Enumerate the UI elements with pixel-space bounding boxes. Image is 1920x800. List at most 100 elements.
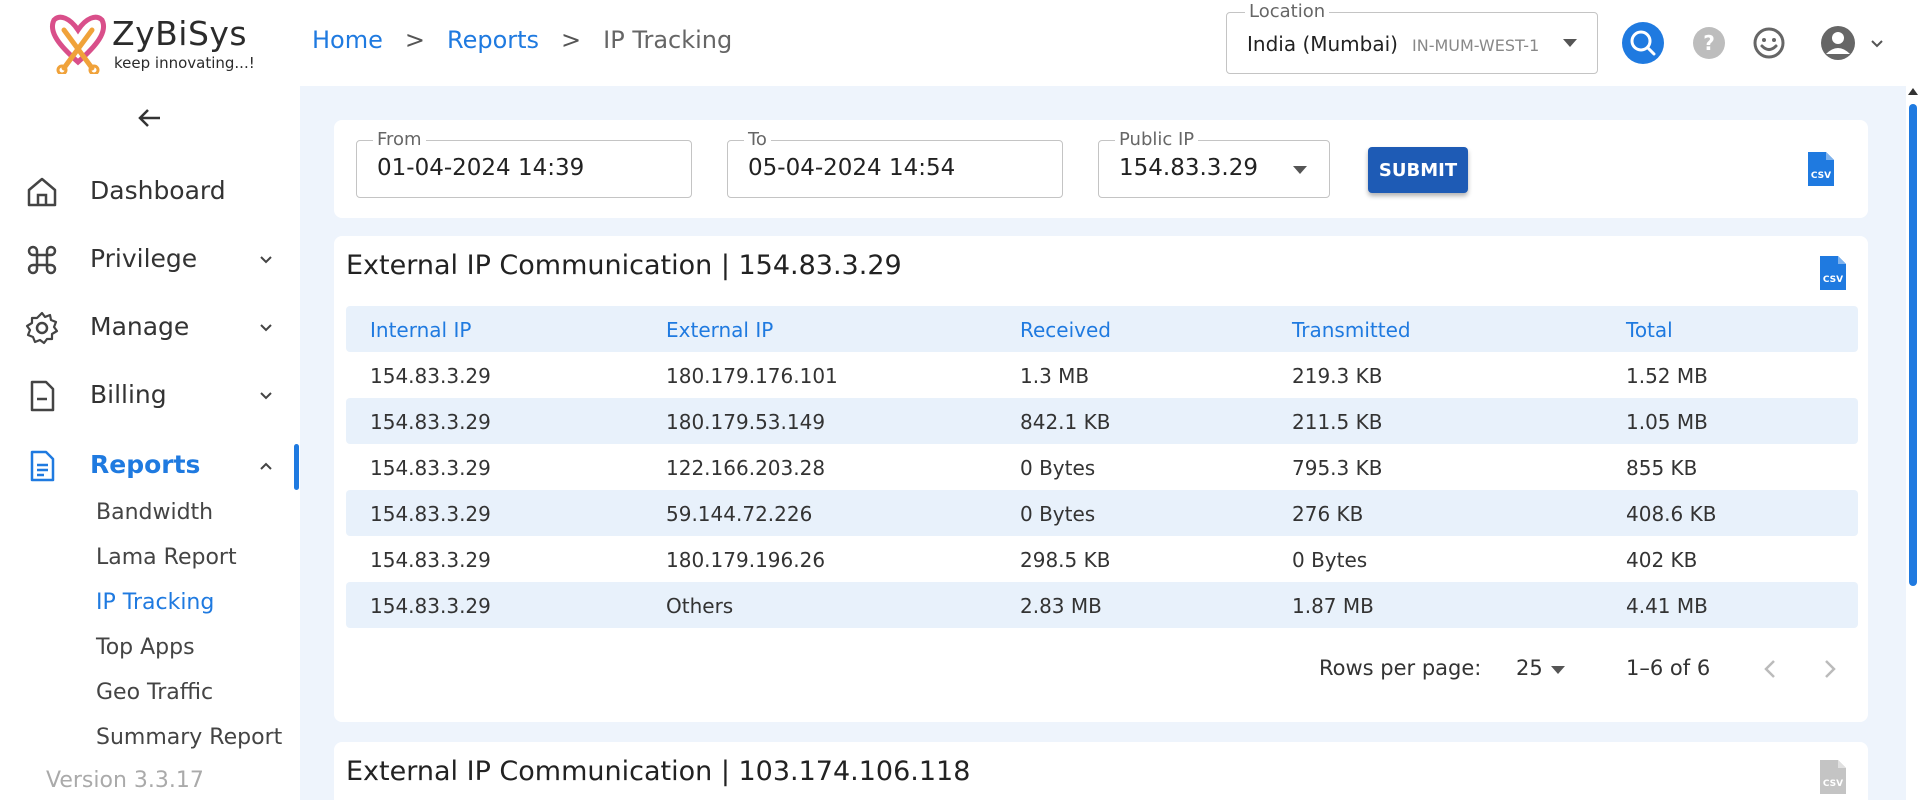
scrollbar-thumb[interactable] — [1909, 104, 1917, 586]
table-row: 154.83.3.29 180.179.196.26 298.5 KB 0 By… — [346, 536, 1858, 582]
cell-internal-ip: 154.83.3.29 — [370, 548, 491, 572]
sidebar-subitem-lama-report[interactable]: Lama Report — [96, 545, 237, 570]
document-minus-icon — [30, 380, 55, 412]
cell-received: 842.1 KB — [1020, 410, 1111, 434]
active-indicator — [294, 444, 299, 490]
sidebar-item-label: Manage — [90, 312, 190, 341]
table-row: 154.83.3.29 Others 2.83 MB 1.87 MB 4.41 … — [346, 582, 1858, 628]
cell-total: 1.05 MB — [1626, 410, 1708, 434]
column-header-transmitted[interactable]: Transmitted — [1292, 318, 1411, 342]
cell-internal-ip: 154.83.3.29 — [370, 594, 491, 618]
column-header-external-ip[interactable]: External IP — [666, 318, 773, 342]
caret-down-icon — [1563, 39, 1577, 47]
svg-text:CSV: CSV — [1823, 275, 1843, 285]
search-button[interactable] — [1622, 22, 1664, 64]
sidebar-subitem-summary-report[interactable]: Summary Report — [96, 725, 282, 750]
sidebar-subitem-ip-tracking[interactable]: IP Tracking — [96, 590, 214, 615]
caret-down-icon[interactable] — [1551, 666, 1565, 674]
sidebar-item-dashboard[interactable]: Dashboard — [0, 162, 300, 218]
caret-down-icon — [1293, 166, 1307, 174]
sidebar-item-billing[interactable]: Billing — [0, 366, 300, 422]
cell-external-ip: 59.144.72.226 — [666, 502, 813, 526]
chevron-right-icon[interactable] — [1818, 654, 1842, 684]
cell-total: 4.41 MB — [1626, 594, 1708, 618]
from-label: From — [373, 129, 426, 150]
rows-per-page-select[interactable]: 25 — [1516, 656, 1543, 680]
cell-external-ip: 180.179.176.101 — [666, 364, 838, 388]
public-ip-select[interactable]: Public IP 154.83.3.29 — [1098, 129, 1330, 198]
from-date-field[interactable]: From 01-04-2024 14:39 — [356, 129, 692, 198]
chevron-down-icon[interactable] — [1870, 36, 1884, 50]
command-icon — [27, 245, 57, 275]
sidebar-subitem-top-apps[interactable]: Top Apps — [96, 635, 195, 660]
scrollbar[interactable] — [1906, 86, 1920, 800]
back-arrow-icon[interactable] — [136, 104, 164, 132]
location-value: India (Mumbai) — [1247, 32, 1398, 56]
sidebar-subitem-geo-traffic[interactable]: Geo Traffic — [96, 680, 213, 705]
ip-communication-card-2: External IP Communication | 103.174.106.… — [334, 742, 1868, 800]
report-icon — [30, 450, 55, 482]
sidebar-item-reports[interactable]: Reports — [0, 436, 300, 492]
sidebar-item-label: Billing — [90, 380, 167, 409]
card-title: External IP Communication | 154.83.3.29 — [346, 250, 902, 281]
cell-received: 298.5 KB — [1020, 548, 1111, 572]
chevron-down-icon — [260, 324, 272, 332]
sidebar-item-manage[interactable]: Manage — [0, 298, 300, 354]
sidebar-item-privilege[interactable]: Privilege — [0, 230, 300, 286]
pagination-range: 1–6 of 6 — [1626, 656, 1711, 680]
location-select[interactable]: Location India (Mumbai) IN-MUM-WEST-1 — [1226, 1, 1598, 74]
cell-internal-ip: 154.83.3.29 — [370, 410, 491, 434]
main-content: From 01-04-2024 14:39 To 05-04-2024 14:5… — [300, 86, 1906, 800]
breadcrumb-home[interactable]: Home — [312, 26, 383, 54]
logo-name: ZyBiSys — [112, 14, 248, 53]
sidebar-subitem-bandwidth[interactable]: Bandwidth — [96, 500, 213, 525]
filter-card: From 01-04-2024 14:39 To 05-04-2024 14:5… — [334, 120, 1868, 218]
submit-button[interactable]: SUBMIT — [1368, 147, 1468, 193]
cell-internal-ip: 154.83.3.29 — [370, 456, 491, 480]
cell-total: 402 KB — [1626, 548, 1698, 572]
ip-table: Internal IP External IP Received Transmi… — [346, 306, 1858, 628]
version-label: Version 3.3.17 — [46, 768, 204, 793]
chevron-left-icon[interactable] — [1758, 654, 1782, 684]
csv-download-icon[interactable]: CSV — [1820, 760, 1846, 794]
svg-text:CSV: CSV — [1811, 171, 1831, 181]
cell-transmitted: 276 KB — [1292, 502, 1364, 526]
smile-icon[interactable] — [1748, 22, 1790, 64]
table-row: 154.83.3.29 122.166.203.28 0 Bytes 795.3… — [346, 444, 1858, 490]
sidebar-item-label: Privilege — [90, 244, 198, 273]
to-date-field[interactable]: To 05-04-2024 14:54 — [727, 129, 1063, 198]
cell-internal-ip: 154.83.3.29 — [370, 502, 491, 526]
breadcrumb-separator: > — [561, 26, 582, 54]
scroll-up-arrow-icon[interactable] — [1908, 88, 1918, 95]
to-value: 05-04-2024 14:54 — [748, 155, 956, 181]
csv-download-icon[interactable]: CSV — [1808, 152, 1834, 186]
location-code: IN-MUM-WEST-1 — [1412, 36, 1540, 55]
cell-transmitted: 219.3 KB — [1292, 364, 1383, 388]
breadcrumb: Home > Reports > IP Tracking — [312, 26, 732, 54]
cell-transmitted: 0 Bytes — [1292, 548, 1368, 572]
sidebar: Dashboard Privilege Manage Billing Repor… — [0, 86, 300, 800]
help-icon[interactable]: ? — [1688, 22, 1730, 64]
cell-external-ip: Others — [666, 594, 734, 618]
rows-per-page-label: Rows per page: — [1319, 656, 1482, 680]
search-icon — [1630, 30, 1656, 56]
user-icon[interactable] — [1817, 22, 1859, 64]
column-header-total[interactable]: Total — [1626, 318, 1673, 342]
cell-external-ip: 122.166.203.28 — [666, 456, 826, 480]
cell-received: 0 Bytes — [1020, 456, 1096, 480]
sidebar-item-label: Reports — [90, 450, 201, 479]
logo[interactable]: ZyBiSys keep innovating...! — [46, 12, 266, 76]
column-header-received[interactable]: Received — [1020, 318, 1111, 342]
home-icon — [27, 177, 57, 207]
header: ZyBiSys keep innovating...! Home > Repor… — [0, 0, 1920, 86]
cell-internal-ip: 154.83.3.29 — [370, 364, 491, 388]
csv-download-icon[interactable]: CSV — [1820, 256, 1846, 290]
breadcrumb-reports[interactable]: Reports — [447, 26, 539, 54]
column-header-internal-ip[interactable]: Internal IP — [370, 318, 471, 342]
to-label: To — [744, 129, 771, 150]
ip-communication-card: External IP Communication | 154.83.3.29 … — [334, 236, 1868, 722]
cell-total: 408.6 KB — [1626, 502, 1717, 526]
cell-transmitted: 1.87 MB — [1292, 594, 1374, 618]
gear-icon — [25, 311, 59, 345]
cell-transmitted: 211.5 KB — [1292, 410, 1383, 434]
